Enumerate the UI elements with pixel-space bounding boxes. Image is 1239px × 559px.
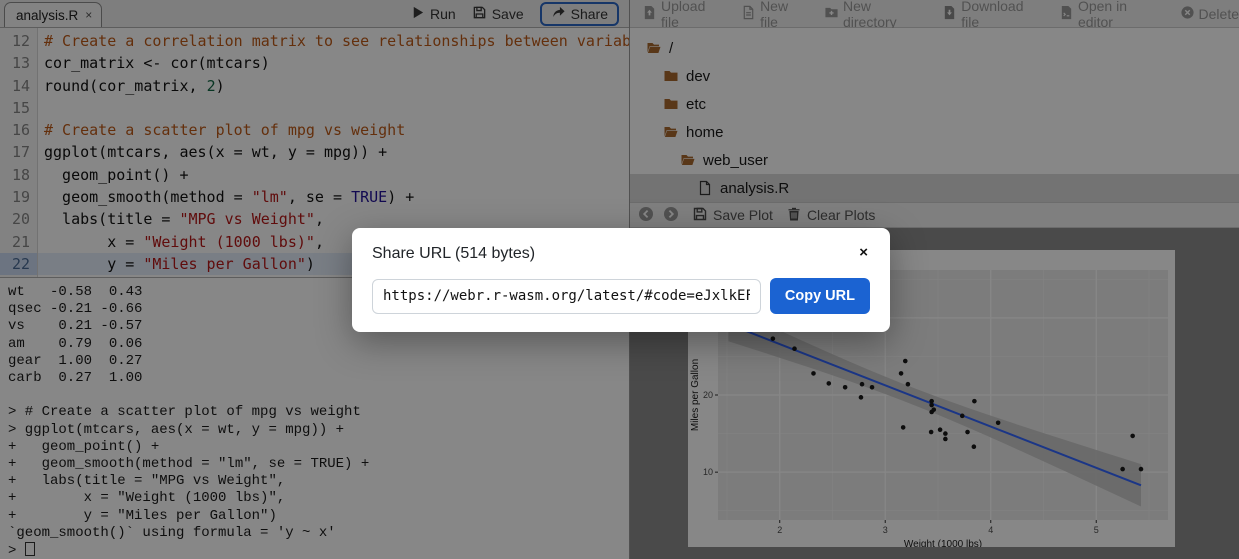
webr-app: analysis.R × Run Save Share 121314151 [0, 0, 1239, 559]
copy-url-button[interactable]: Copy URL [770, 278, 870, 314]
modal-title: Share URL (514 bytes) [372, 245, 535, 263]
share-url-input[interactable] [372, 279, 761, 314]
share-url-modal: Share URL (514 bytes) × Copy URL [352, 228, 890, 332]
close-icon[interactable]: × [857, 245, 870, 260]
